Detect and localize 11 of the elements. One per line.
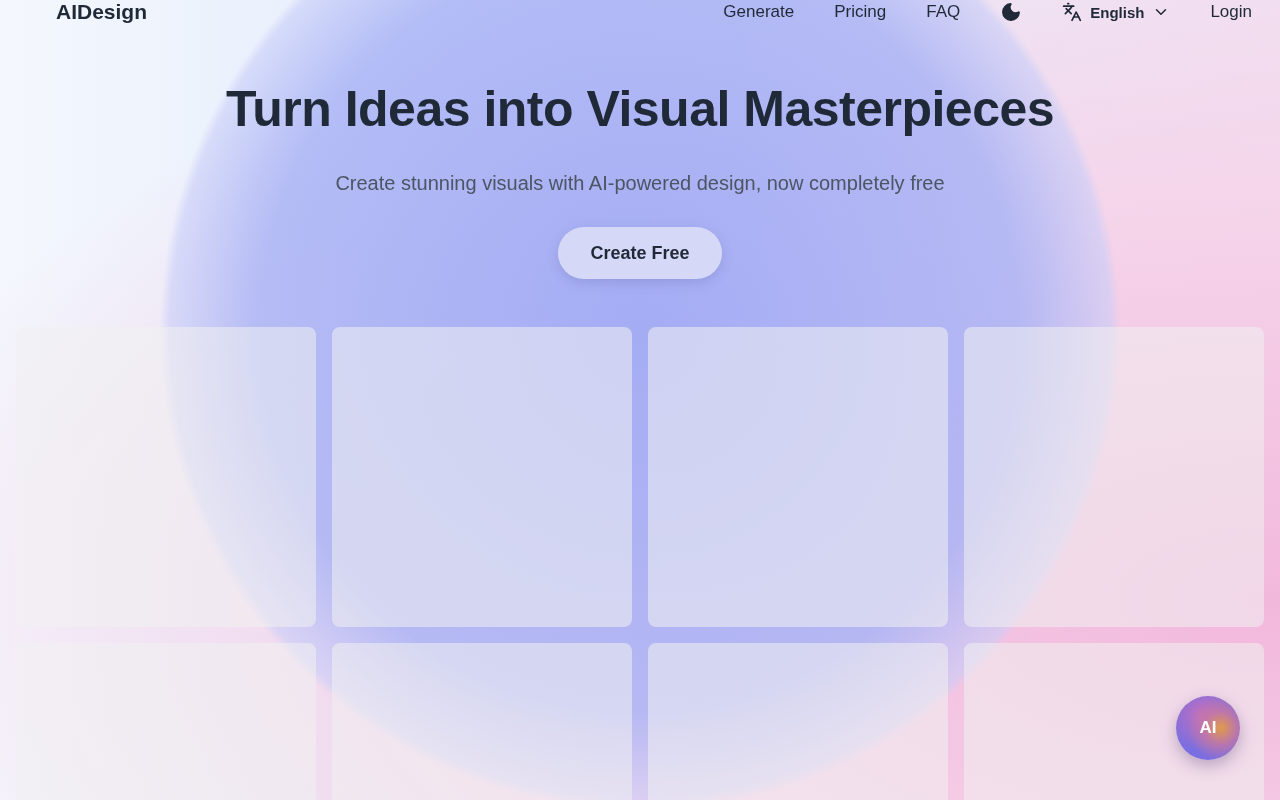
hero-subtitle: Create stunning visuals with AI-powered design, now completely free (335, 172, 945, 195)
login-link[interactable]: Login (1210, 2, 1252, 22)
logo[interactable]: AIDesign (56, 0, 147, 24)
nav-link[interactable]: FAQ (926, 2, 961, 22)
nav-link[interactable]: Generate (723, 2, 795, 22)
language-selector[interactable]: English (1062, 2, 1171, 22)
create-free-button[interactable]: Create Free (558, 227, 722, 279)
translate-icon (1062, 2, 1083, 22)
moon-icon[interactable] (1000, 1, 1023, 23)
hero-title: Turn Ideas into Visual Masterpieces (225, 80, 1055, 138)
nav-link[interactable]: Pricing (834, 2, 887, 22)
